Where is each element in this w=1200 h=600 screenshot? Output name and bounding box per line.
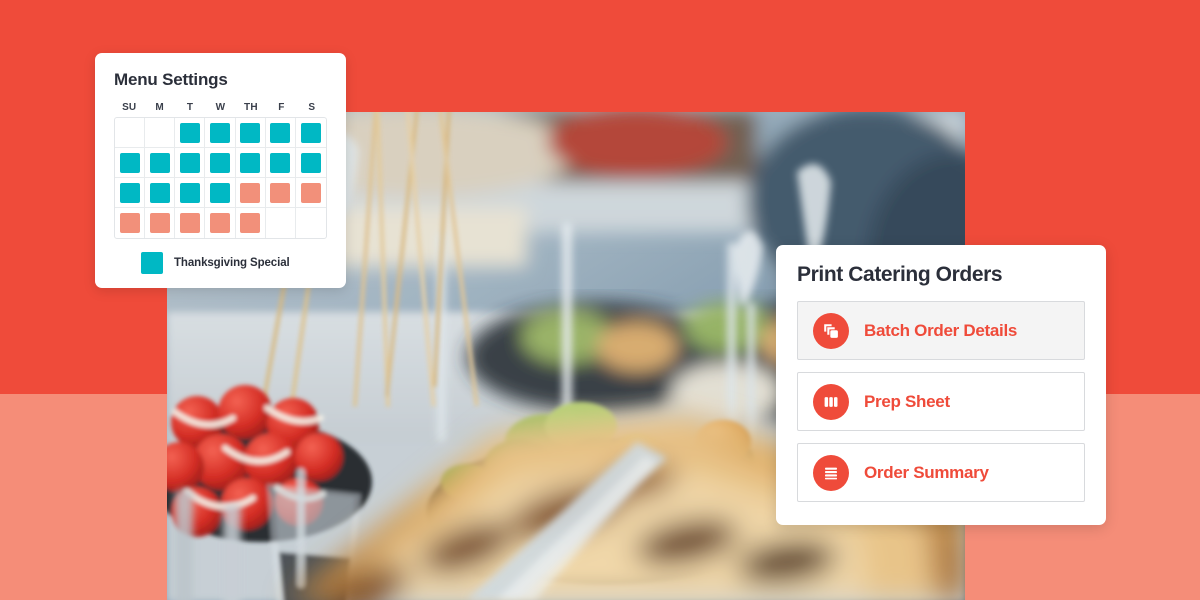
calendar-day-header: S [308,102,316,113]
calendar-cell[interactable] [265,118,296,148]
calendar-cell-swatch-empty [150,123,170,143]
calendar-day-header: T [186,102,194,113]
legend-swatch-icon [141,252,163,274]
print-option-label: Batch Order Details [864,320,1018,340]
calendar-cell[interactable] [265,148,296,178]
calendar-cell-swatch-teal [209,122,230,143]
calendar-cell-swatch-teal [270,122,291,143]
calendar-cell[interactable] [266,208,296,238]
calendar-cell-swatch-teal [119,182,140,203]
calendar-cell[interactable] [175,208,206,238]
calendar-cell[interactable] [175,148,206,178]
calendar-cell[interactable] [295,178,326,208]
calendar-cell-swatch-teal [240,122,261,143]
calendar-day-header: M [155,102,164,113]
calendar-cell[interactable] [205,208,236,238]
calendar-cell-swatch-empty [120,123,140,143]
calendar-cell-swatch-salmon [240,213,261,233]
calendar-cell[interactable] [235,118,266,148]
calendar-cell-swatch-salmon [270,182,291,203]
calendar-cell[interactable] [205,148,236,178]
calendar-cell-swatch-teal [209,152,230,173]
calendar-cell-swatch-salmon [119,213,140,233]
calendar-cell[interactable] [205,118,236,148]
calendar-cell-swatch-salmon [300,182,321,203]
calendar-cell-swatch-salmon [240,182,261,203]
calendar-cell-swatch-salmon [149,213,170,233]
calendar-cell[interactable] [145,118,176,148]
calendar-cell-swatch-teal [300,122,321,143]
menu-calendar-grid[interactable] [114,117,327,239]
calendar-day-headers: SU M T W TH F S [114,102,327,113]
calendar-day-header: TH [244,102,258,113]
columns-icon [813,383,849,420]
calendar-cell[interactable] [295,148,326,178]
calendar-cell[interactable] [236,208,266,238]
print-option-order-summary[interactable]: Order Summary [797,443,1085,502]
calendar-cell-swatch-teal [270,152,291,173]
print-option-batch-order-details[interactable]: Batch Order Details [797,301,1085,360]
calendar-cell[interactable] [145,208,176,238]
calendar-cell-swatch-empty [301,213,321,233]
menu-settings-card: Menu Settings SU M T W TH F S Thanksgivi… [95,53,346,288]
calendar-day-header: W [215,102,226,113]
calendar-cell-swatch-teal [149,182,170,203]
copy-stack-icon [813,312,849,349]
calendar-cell[interactable] [115,118,146,148]
calendar-legend: Thanksgiving Special [114,252,327,274]
calendar-cell-swatch-teal [300,152,321,173]
print-catering-orders-card: Print Catering Orders Batch Order Detail… [776,245,1106,525]
legend-label: Thanksgiving Special [174,257,290,269]
calendar-cell-swatch-salmon [179,213,200,233]
calendar-cell-swatch-salmon [209,213,230,233]
list-lines-icon [813,454,849,491]
calendar-cell[interactable] [235,148,266,178]
print-option-label: Order Summary [864,462,989,482]
calendar-day-header: SU [122,102,137,113]
calendar-cell-swatch-teal [119,152,140,173]
calendar-cell-swatch-teal [240,152,261,173]
page-canvas: Menu Settings SU M T W TH F S Thanksgivi… [0,0,1200,600]
calendar-cell[interactable] [205,178,236,208]
calendar-cell[interactable] [296,208,326,238]
calendar-cell[interactable] [115,148,146,178]
calendar-cell-swatch-teal [179,122,200,143]
calendar-cell-swatch-teal [209,182,230,203]
calendar-cell[interactable] [295,118,326,148]
calendar-cell-swatch-empty [270,213,290,233]
calendar-cell[interactable] [265,178,296,208]
calendar-cell[interactable] [175,178,206,208]
calendar-cell[interactable] [115,178,146,208]
calendar-cell[interactable] [115,208,146,238]
calendar-cell-swatch-teal [149,152,170,173]
calendar-day-header: F [278,102,285,113]
calendar-cell[interactable] [175,118,206,148]
calendar-cell[interactable] [145,178,176,208]
print-option-prep-sheet[interactable]: Prep Sheet [797,372,1085,431]
calendar-cell-swatch-teal [179,182,200,203]
calendar-cell[interactable] [145,148,176,178]
menu-settings-title: Menu Settings [114,70,228,89]
print-card-title: Print Catering Orders [797,263,1003,286]
calendar-cell-swatch-teal [179,152,200,173]
calendar-cell[interactable] [235,178,266,208]
print-option-label: Prep Sheet [864,391,950,411]
